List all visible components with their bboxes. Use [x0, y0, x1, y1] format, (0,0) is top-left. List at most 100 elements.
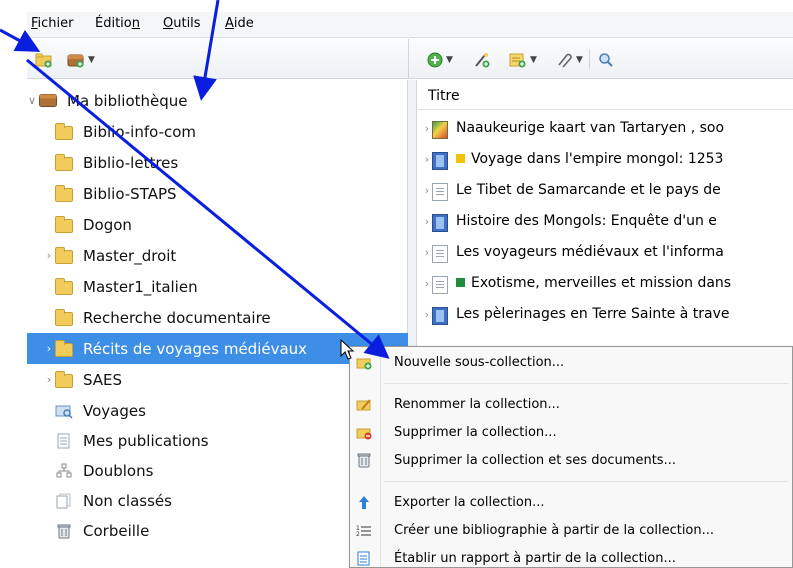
tree-item-collection[interactable]: Master1_italien — [27, 271, 408, 302]
menu-fichier[interactable]: Fichier — [31, 16, 74, 31]
book-icon — [432, 152, 448, 170]
item-row[interactable]: › Histoire des Mongols: Enquête d'un e — [418, 207, 793, 238]
tree-item-collection[interactable]: Biblio-STAPS — [27, 178, 408, 209]
folder-icon — [55, 309, 73, 326]
context-menu-label: Exporter la collection... — [394, 495, 545, 510]
expand-chevron-icon[interactable]: › — [44, 373, 54, 386]
new-subcollection-icon — [356, 355, 372, 370]
item-row[interactable]: › Les pèlerinages en Terre Sainte à trave — [418, 300, 793, 331]
menu-separator — [384, 481, 788, 482]
item-title-text: Naaukeurige kaart van Tartaryen , soo — [456, 120, 725, 136]
dropdown-caret-icon: ▼ — [446, 55, 453, 65]
item-title-cell: Le Tibet de Samarcande et le pays de — [456, 182, 721, 198]
color-tag-icon — [456, 154, 465, 163]
context-menu-label: Nouvelle sous-collection... — [394, 355, 565, 370]
search-button[interactable] — [598, 51, 614, 69]
tree-item-label: Doublons — [83, 461, 154, 480]
folder-icon — [55, 216, 73, 233]
new-collection-button[interactable] — [35, 51, 53, 69]
tree-item-label: SAES — [83, 370, 123, 389]
tree-item-label: Recherche documentaire — [83, 308, 271, 327]
tree-item-label: Master_droit — [83, 246, 177, 265]
new-library-button[interactable]: ▼ — [67, 51, 95, 69]
menu-bar: Fichier Édition Outils Aide — [27, 12, 793, 38]
context-menu-item[interactable]: Établir un rapport à partir de la collec… — [352, 545, 790, 568]
tree-item-collection[interactable]: › Master_droit — [27, 240, 408, 271]
map-icon — [432, 121, 448, 139]
expand-chevron-icon[interactable]: › — [44, 342, 54, 355]
item-title-cell: Histoire des Mongols: Enquête d'un e — [456, 213, 717, 229]
add-by-identifier-button[interactable] — [473, 51, 491, 69]
context-menu-label: Créer une bibliographie à partir de la c… — [394, 523, 715, 538]
tree-item-my-library[interactable]: ∨ Ma bibliothèque — [27, 85, 408, 116]
item-row[interactable]: › Voyage dans l'empire mongol: 1253 — [418, 145, 793, 176]
unfiled-icon — [55, 493, 73, 509]
context-menu-item[interactable]: Renommer la collection... — [352, 391, 790, 419]
context-menu-item[interactable]: 1 2 Créer une bibliographie à partir de la… — [352, 517, 790, 545]
mouse-cursor-icon — [340, 339, 355, 360]
item-title-cell: Naaukeurige kaart van Tartaryen , soo — [456, 120, 724, 136]
new-collection-icon — [35, 53, 52, 68]
tree-item-collection[interactable]: Biblio-info-com — [27, 116, 408, 147]
context-menu-item[interactable]: Exporter la collection... — [352, 489, 790, 517]
toolbar-separator — [589, 49, 590, 69]
search-icon — [599, 53, 613, 67]
context-menu-item[interactable]: Supprimer la collection... — [352, 419, 790, 447]
dropdown-caret-icon: ▼ — [530, 55, 537, 65]
expand-chevron-icon[interactable]: › — [44, 249, 54, 262]
expand-chevron-icon[interactable]: › — [422, 246, 432, 259]
context-menu-label: Supprimer la collection et ses documents… — [394, 453, 676, 468]
tree-item-label: Corbeille — [83, 521, 150, 540]
toolbar-separator — [408, 39, 409, 79]
tree-item-label: Biblio-STAPS — [83, 184, 177, 203]
tree-item-collection[interactable]: Dogon — [27, 209, 408, 240]
expand-chevron-icon[interactable]: › — [422, 215, 432, 228]
column-header-title[interactable]: Titre — [418, 80, 793, 110]
item-row[interactable]: › Naaukeurige kaart van Tartaryen , soo — [418, 114, 793, 145]
item-row[interactable]: › Les voyageurs médiévaux et l'informa — [418, 238, 793, 269]
menu-aide[interactable]: Aide — [225, 16, 254, 31]
expand-chevron-icon[interactable]: › — [422, 122, 432, 135]
new-note-button[interactable]: ▼ — [509, 51, 537, 69]
tree-item-collection[interactable]: Recherche documentaire — [27, 302, 408, 333]
duplicates-icon — [55, 463, 73, 478]
item-row[interactable]: › Exotisme, merveilles et mission dans — [418, 269, 793, 300]
item-title-text: Les voyageurs médiévaux et l'informa — [456, 244, 724, 260]
item-row[interactable]: › Le Tibet de Samarcande et le pays de — [418, 176, 793, 207]
item-title-text: Exotisme, merveilles et mission dans — [471, 275, 732, 291]
folder-icon — [55, 154, 73, 171]
context-menu-label: Établir un rapport à partir de la collec… — [394, 551, 676, 566]
bibliography-icon: 12 — [356, 523, 372, 538]
attachment-icon — [558, 53, 572, 68]
menu-edition[interactable]: Édition — [95, 16, 140, 31]
tree-item-label: Non classés — [83, 491, 172, 510]
item-title-cell: Voyage dans l'empire mongol: 1253 — [456, 151, 723, 167]
item-title-cell: Exotisme, merveilles et mission dans — [456, 275, 731, 291]
expand-chevron-icon[interactable]: › — [422, 308, 432, 321]
tree-item-label: Biblio-lettres — [83, 153, 179, 172]
saved-search-icon — [55, 403, 73, 419]
expand-chevron-icon[interactable]: › — [422, 153, 432, 166]
folder-icon — [55, 371, 73, 388]
document-icon — [432, 183, 448, 201]
context-menu-item[interactable]: Supprimer la collection et ses documents… — [352, 447, 790, 475]
tree-item-label: Dogon — [83, 215, 132, 234]
new-item-button[interactable]: ▼ — [427, 51, 453, 69]
delete-collection-icon — [356, 425, 372, 440]
tree-item-collection[interactable]: Biblio-lettres — [27, 147, 408, 178]
menu-outils[interactable]: Outils — [163, 16, 201, 31]
expand-chevron-icon[interactable]: › — [422, 184, 432, 197]
new-library-icon — [67, 54, 84, 68]
context-menu-item[interactable]: Nouvelle sous-collection... — [352, 349, 790, 377]
menu-separator — [384, 383, 788, 384]
collapse-chevron-icon[interactable]: ∨ — [27, 94, 37, 107]
add-by-identifier-icon — [475, 53, 490, 68]
folder-icon — [55, 340, 73, 357]
dropdown-caret-icon: ▼ — [576, 55, 583, 65]
expand-chevron-icon[interactable]: › — [422, 277, 432, 290]
folder-icon — [55, 247, 73, 264]
library-icon — [39, 94, 57, 107]
attachment-button[interactable]: ▼ — [555, 51, 583, 69]
item-title-cell: Les voyageurs médiévaux et l'informa — [456, 244, 724, 260]
folder-icon — [55, 123, 73, 140]
